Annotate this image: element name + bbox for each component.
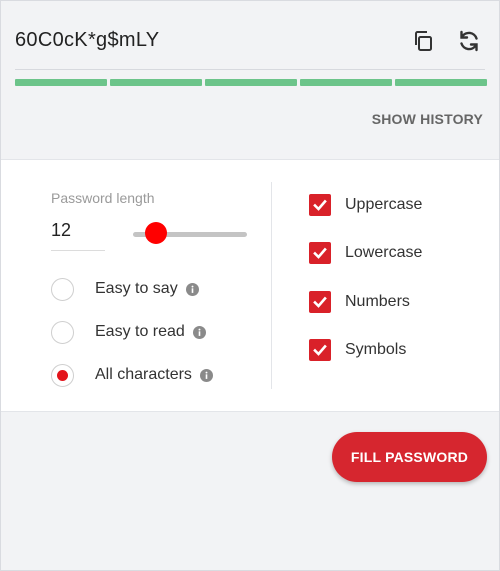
strength-segment [15, 79, 107, 86]
strength-segment [300, 79, 392, 86]
radio-selected-dot [57, 369, 68, 381]
generator-options: Password length 12 Easy to say Easy to r… [1, 159, 499, 412]
checked-icon[interactable] [309, 339, 331, 361]
radio-button[interactable] [51, 277, 74, 301]
mode-easy-to-say[interactable]: Easy to say [51, 276, 199, 302]
checkbox-label: Numbers [345, 293, 410, 310]
mode-all-characters[interactable]: All characters [51, 362, 213, 388]
radio-button[interactable] [51, 320, 74, 344]
checked-icon[interactable] [309, 291, 331, 313]
mode-label: All characters [95, 366, 192, 383]
strength-segment [205, 79, 297, 86]
strength-segment [395, 79, 487, 86]
generator-header: 60C0cK*g$mLY SHOW HISTORY [1, 1, 499, 159]
checkbox-label: Lowercase [345, 244, 423, 261]
mode-easy-to-read[interactable]: Easy to read [51, 319, 206, 345]
password-length-slider-thumb[interactable] [145, 222, 167, 244]
checked-icon[interactable] [309, 242, 331, 264]
options-divider [271, 182, 272, 389]
header-divider [15, 69, 485, 70]
radio-button[interactable] [51, 363, 74, 387]
fill-password-button[interactable]: FILL PASSWORD [332, 432, 487, 482]
mode-label: Easy to read [95, 323, 185, 340]
password-length-label: Password length [51, 190, 155, 206]
generated-password[interactable]: 60C0cK*g$mLY [15, 29, 159, 52]
info-icon[interactable] [199, 368, 213, 382]
checkbox-label: Symbols [345, 341, 407, 358]
checkbox-symbols[interactable]: Symbols [309, 337, 406, 363]
checkbox-uppercase[interactable]: Uppercase [309, 192, 422, 218]
copy-icon[interactable] [411, 29, 435, 53]
refresh-icon[interactable] [457, 29, 481, 53]
checkbox-numbers[interactable]: Numbers [309, 289, 410, 315]
checkbox-lowercase[interactable]: Lowercase [309, 240, 422, 266]
password-generator-panel: 60C0cK*g$mLY SHOW HISTORY Password lengt… [0, 0, 500, 571]
info-icon[interactable] [185, 282, 199, 296]
show-history-link[interactable]: SHOW HISTORY [372, 111, 483, 127]
strength-segment [110, 79, 202, 86]
checkbox-label: Uppercase [345, 196, 423, 213]
mode-label: Easy to say [95, 280, 178, 297]
checked-icon[interactable] [309, 194, 331, 216]
password-length-input[interactable]: 12 [51, 220, 105, 251]
info-icon[interactable] [192, 325, 206, 339]
password-strength-meter [15, 79, 487, 86]
